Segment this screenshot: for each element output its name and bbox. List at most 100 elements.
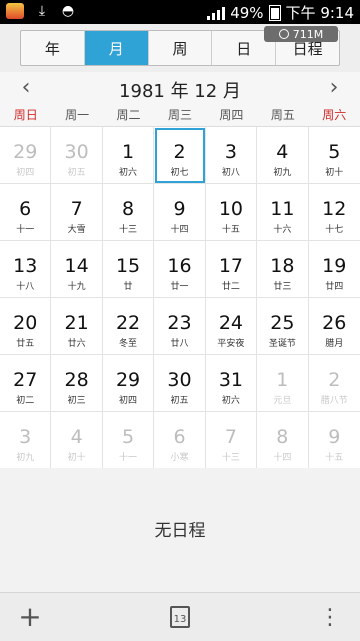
- lunar-label: 廿六: [67, 339, 86, 349]
- add-event-button[interactable]: +: [14, 603, 46, 631]
- download-icon: ⤓: [38, 3, 46, 19]
- calendar-day-cell[interactable]: 22 冬至: [102, 298, 155, 355]
- calendar-day-cell[interactable]: 4 初十: [51, 412, 103, 469]
- calendar-day-cell[interactable]: 10 十五: [205, 184, 258, 241]
- calendar-day-cell[interactable]: 8 十四: [257, 412, 309, 469]
- day-number: 19: [322, 255, 347, 277]
- calendar-day-cell[interactable]: 11 十六: [257, 184, 309, 241]
- calendar-day-cell[interactable]: 6 十一: [0, 184, 52, 241]
- calendar-day-cell[interactable]: 12 十七: [308, 184, 360, 241]
- calendar-day-cell[interactable]: 31 初六: [205, 355, 258, 412]
- day-number: 2: [173, 141, 186, 163]
- memory-badge[interactable]: 711M: [264, 26, 338, 42]
- lunar-label: 初八: [221, 168, 240, 178]
- day-number: 29: [13, 141, 38, 163]
- lunar-label: 平安夜: [217, 339, 245, 349]
- calendar-day-cell[interactable]: 5 初十: [308, 127, 360, 184]
- tab-month[interactable]: 月: [84, 31, 149, 65]
- more-options-button[interactable]: ⋮: [314, 603, 346, 631]
- tab-year[interactable]: 年: [21, 31, 85, 65]
- lunar-label: 圣诞节: [268, 339, 296, 349]
- day-number: 13: [13, 255, 38, 277]
- day-number: 30: [167, 369, 192, 391]
- battery-percent: 49%: [230, 3, 264, 22]
- calendar-grid: 29 初四 30 初五 1 初六 2 初七 3 初八 4 初九 5 初十 6 十一 7 大雪 8 十三 9 十四 10 十五 1…: [0, 126, 360, 469]
- calendar-day-cell[interactable]: 21 廿六: [51, 298, 103, 355]
- calendar-day-cell[interactable]: 1 元旦: [257, 355, 309, 412]
- weekday-fri: 周五: [270, 108, 295, 122]
- lunar-label: 廿四: [325, 282, 344, 292]
- day-number: 1: [122, 141, 135, 163]
- lunar-label: 廿五: [16, 339, 35, 349]
- lunar-label: 十五: [221, 225, 240, 235]
- calendar-day-cell[interactable]: 19 廿四: [308, 241, 360, 298]
- lunar-label: 廿一: [170, 282, 189, 292]
- calendar-day-cell[interactable]: 7 大雪: [51, 184, 103, 241]
- calendar-day-cell[interactable]: 27 初二: [0, 355, 52, 412]
- calendar-day-cell[interactable]: 9 十五: [308, 412, 360, 469]
- day-number: 5: [122, 426, 135, 448]
- weekday-mon: 周一: [65, 108, 90, 122]
- calendar-day-cell[interactable]: 26 腊月: [308, 298, 360, 355]
- calendar-day-cell[interactable]: 8 十三: [102, 184, 155, 241]
- lunar-label: 十四: [170, 225, 189, 235]
- day-number: 3: [224, 141, 237, 163]
- calendar-day-cell[interactable]: 7 十三: [205, 412, 258, 469]
- plus-icon: +: [18, 600, 42, 633]
- tab-week[interactable]: 周: [149, 31, 213, 65]
- calendar-day-cell[interactable]: 13 十八: [0, 241, 52, 298]
- calendar-day-cell[interactable]: 30 初五: [51, 127, 103, 184]
- lunar-label: 十三: [119, 225, 138, 235]
- next-month-button[interactable]: ›: [322, 75, 346, 101]
- lunar-label: 元旦: [273, 396, 292, 406]
- calendar-day-cell[interactable]: 14 十九: [51, 241, 103, 298]
- day-number: 24: [218, 312, 244, 334]
- calendar-day-cell[interactable]: 20 廿五: [0, 298, 52, 355]
- calendar-day-cell-today[interactable]: 2 初七: [154, 127, 206, 184]
- calendar-day-cell[interactable]: 29 初四: [102, 355, 155, 412]
- calendar-day-cell[interactable]: 18 廿三: [257, 241, 309, 298]
- lunar-label: 十一: [16, 225, 35, 235]
- no-schedule-text: 无日程: [154, 521, 206, 541]
- calendar-day-cell[interactable]: 1 初六: [102, 127, 155, 184]
- day-number: 3: [19, 426, 32, 448]
- calendar-day-cell[interactable]: 28 初三: [51, 355, 103, 412]
- calendar-day-cell[interactable]: 17 廿二: [205, 241, 258, 298]
- day-number: 18: [270, 255, 295, 277]
- calendar-day-cell[interactable]: 25 圣诞节: [257, 298, 309, 355]
- today-button[interactable]: 13: [164, 603, 196, 631]
- day-number: 28: [64, 369, 89, 391]
- calendar-day-cell[interactable]: 2 腊八节: [308, 355, 360, 412]
- lunar-label: 初五: [170, 396, 189, 406]
- calendar-day-cell[interactable]: 4 初九: [257, 127, 309, 184]
- clock: 下午 9:14: [285, 4, 354, 22]
- lunar-label: 腊月: [325, 339, 344, 349]
- lunar-label: 十八: [16, 282, 35, 292]
- calendar-day-cell[interactable]: 5 十一: [102, 412, 155, 469]
- day-number: 22: [115, 312, 141, 334]
- calendar-day-cell[interactable]: 30 初五: [154, 355, 206, 412]
- calendar-day-cell[interactable]: 15 廿: [102, 241, 155, 298]
- lunar-label: 十九: [67, 282, 86, 292]
- bottom-action-bar: + 13 ⋮: [0, 592, 360, 641]
- calendar-day-cell[interactable]: 16 廿一: [154, 241, 206, 298]
- calendar-today-icon: 13: [170, 606, 190, 628]
- calendar-day-cell[interactable]: 3 初九: [0, 412, 52, 469]
- lunar-label: 初七: [170, 168, 189, 178]
- month-title: 1981 年 12 月: [119, 81, 241, 102]
- calendar-day-cell[interactable]: 24 平安夜: [205, 298, 258, 355]
- lunar-label: 初十: [67, 453, 86, 463]
- calendar-day-cell[interactable]: 29 初四: [0, 127, 52, 184]
- calendar-day-cell[interactable]: 23 廿八: [154, 298, 206, 355]
- calendar-day-cell[interactable]: 6 小寒: [154, 412, 206, 469]
- weekday-sat: 周六: [322, 108, 347, 122]
- day-number: 23: [167, 312, 192, 334]
- lunar-label: 廿八: [170, 339, 189, 349]
- calendar-day-cell[interactable]: 9 十四: [154, 184, 206, 241]
- weekday-sun: 周日: [13, 108, 38, 122]
- lunar-label: 初四: [119, 396, 138, 406]
- calendar-day-cell[interactable]: 3 初八: [205, 127, 258, 184]
- day-number: 4: [276, 141, 289, 163]
- weekday-tue: 周二: [116, 108, 141, 122]
- weekday-header: 周日 周一 周二 周三 周四 周五 周六: [0, 104, 360, 126]
